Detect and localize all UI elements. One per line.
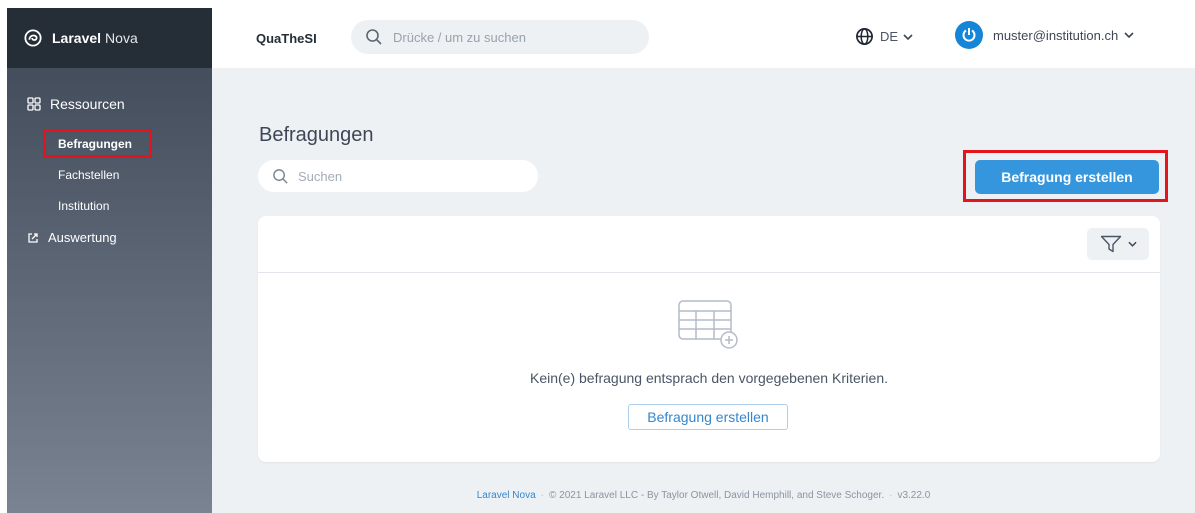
highlight-box [43, 129, 152, 158]
footer-copyright: © 2021 Laravel LLC - By Taylor Otwell, D… [548, 490, 885, 501]
footer-link[interactable]: Laravel Nova [477, 490, 536, 501]
chevron-down-icon [1124, 32, 1134, 38]
language-label: DE [880, 29, 899, 44]
search-icon [366, 29, 382, 45]
sidebar-item-label: Auswertung [48, 230, 117, 245]
language-dropdown[interactable]: DE [855, 27, 913, 46]
search-icon [273, 168, 288, 184]
filter-dropdown-button[interactable] [1087, 228, 1149, 260]
avatar [955, 21, 983, 49]
create-befragung-button[interactable]: Befragung erstellen [975, 160, 1159, 194]
footer: Laravel Nova · © 2021 Laravel LLC - By Tay… [476, 490, 931, 501]
search-placeholder: Drücke / um zu suchen [393, 29, 526, 45]
user-email: muster@institution.ch [993, 27, 1119, 43]
user-menu[interactable]: muster@institution.ch [955, 21, 1134, 49]
sidebar: Laravel Nova Ressourcen Befragungen Fach… [7, 8, 212, 513]
card-header [258, 216, 1160, 273]
external-link-icon [28, 232, 38, 243]
filter-icon [1100, 235, 1121, 253]
global-search-input[interactable]: Drücke / um zu suchen [351, 20, 649, 54]
empty-state-message: Kein(e) befragung entsprach den vorgegeb… [529, 370, 889, 386]
empty-table-icon [678, 300, 738, 349]
grid-icon [27, 97, 41, 111]
empty-create-button[interactable]: Befragung erstellen [628, 404, 788, 430]
app-name[interactable]: QuaTheSI [256, 31, 317, 46]
resource-table-card: Kein(e) befragung entsprach den vorgegeb… [258, 216, 1160, 462]
search-placeholder: Suchen [298, 168, 343, 184]
globe-icon [856, 28, 873, 45]
header: QuaTheSI Drücke / um zu suchen DE muster… [212, 8, 1195, 69]
power-icon [962, 28, 976, 42]
sidebar-item-fachstellen[interactable]: Fachstellen [58, 168, 119, 182]
resource-search-input[interactable]: Suchen [258, 160, 538, 192]
sidebar-group-label: Ressourcen [50, 96, 125, 112]
main-content: Befragungen Suchen Befragung erstellen K… [212, 68, 1195, 513]
page-title: Befragungen [259, 124, 374, 146]
chevron-down-icon [1127, 241, 1137, 247]
laravel-nova-logo-icon [24, 29, 42, 47]
brand[interactable]: Laravel Nova [7, 8, 212, 68]
sidebar-item-institution[interactable]: Institution [58, 199, 109, 213]
brand-name: Laravel [52, 30, 102, 46]
chevron-down-icon [903, 33, 913, 40]
sidebar-group-resources: Ressourcen [27, 96, 125, 112]
brand-suffix: Nova [105, 30, 138, 46]
sidebar-item-auswertung[interactable]: Auswertung [27, 230, 117, 245]
footer-version: v3.22.0 [897, 490, 931, 501]
